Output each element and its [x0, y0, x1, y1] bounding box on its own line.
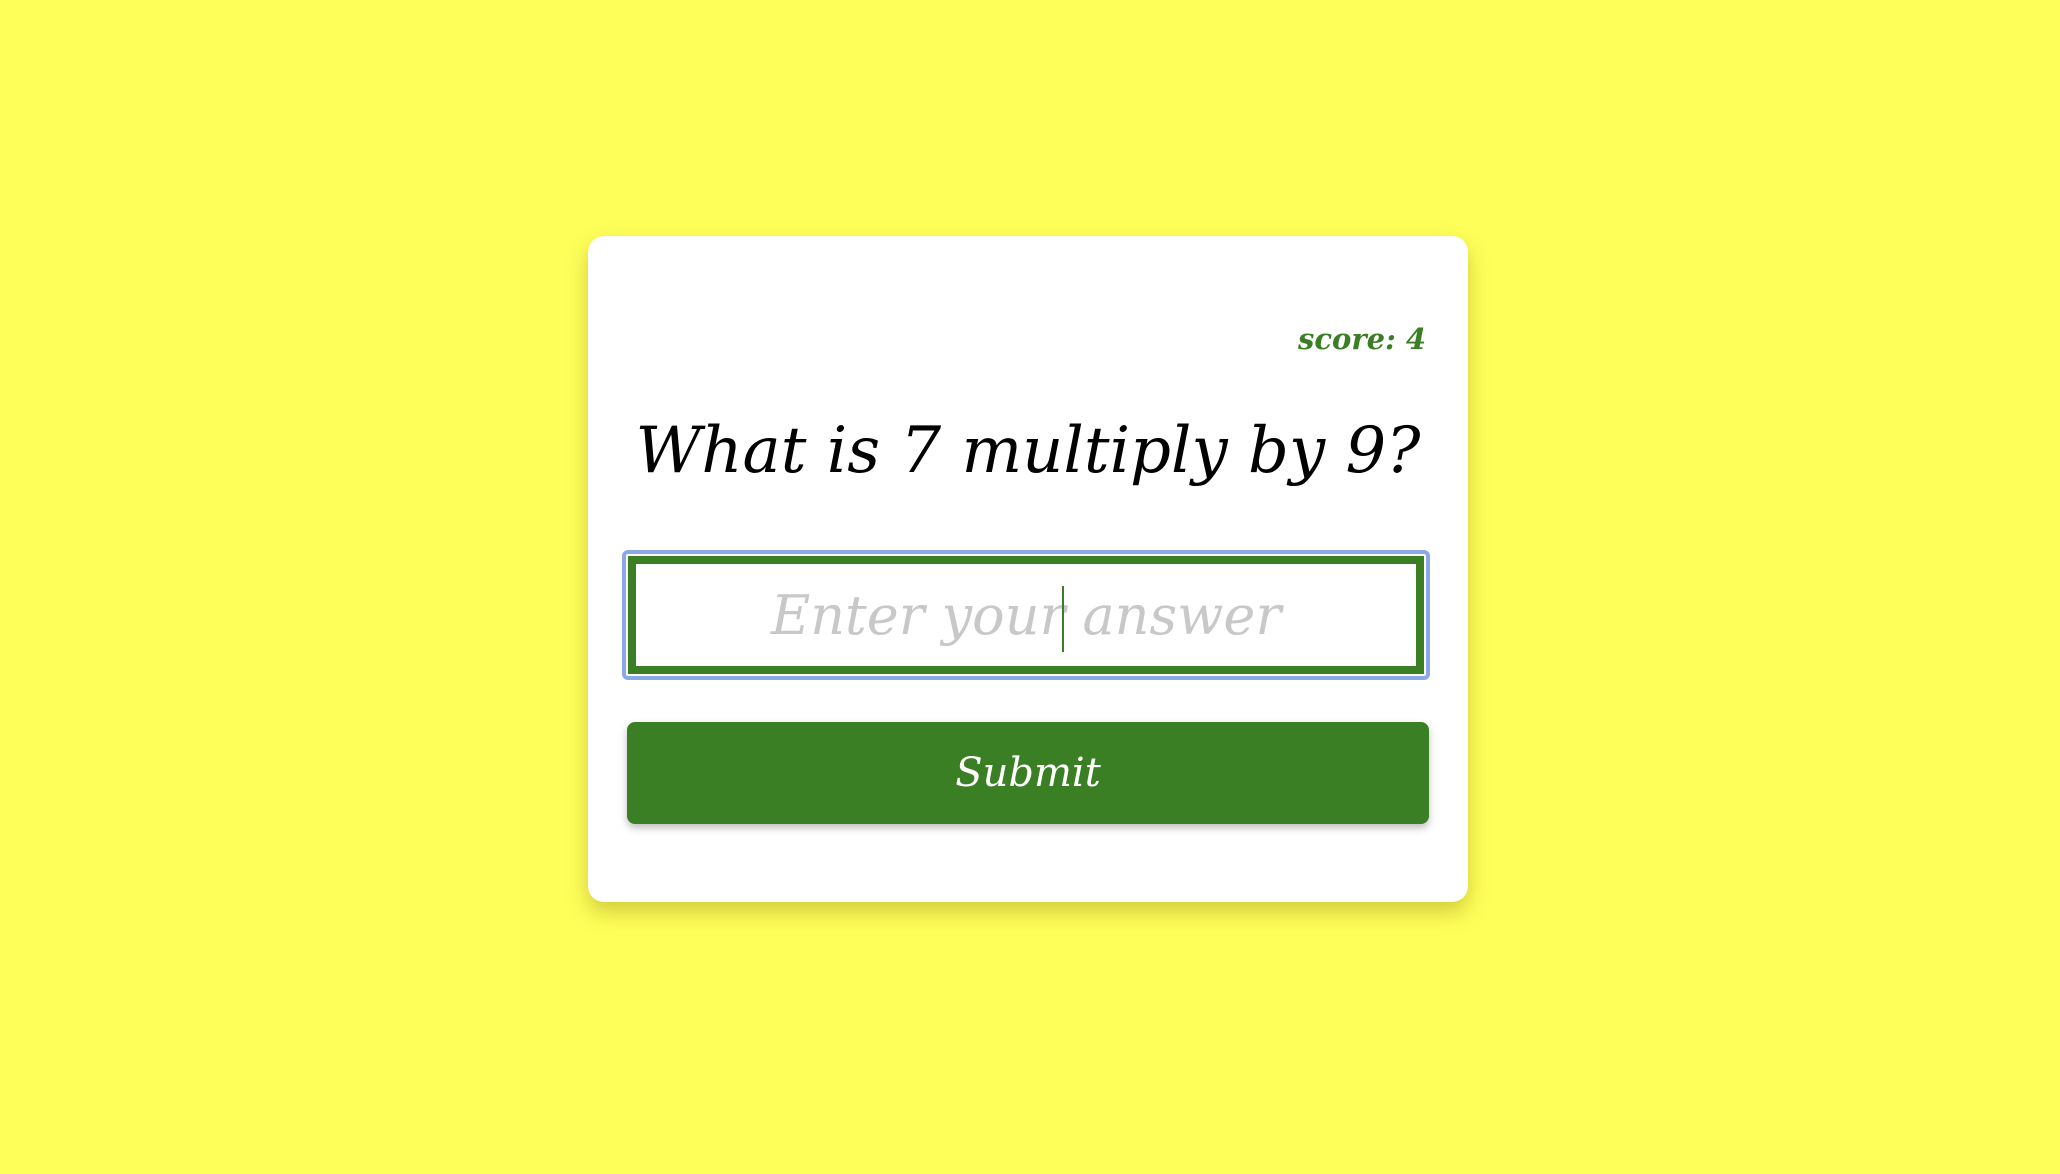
- text-caret: [1062, 586, 1064, 652]
- answer-focus-ring: [622, 550, 1430, 680]
- score-label: score:: [1298, 322, 1396, 356]
- quiz-card: score: 4 What is 7 multiply by 9? Submit: [588, 236, 1468, 902]
- score-value: 4: [1405, 322, 1426, 356]
- page: score: 4 What is 7 multiply by 9? Submit: [0, 0, 2060, 1174]
- answer-input[interactable]: [628, 556, 1424, 674]
- question-text: What is 7 multiply by 9?: [635, 414, 1421, 488]
- score-display: score: 4: [1298, 322, 1426, 356]
- submit-button[interactable]: Submit: [627, 722, 1429, 824]
